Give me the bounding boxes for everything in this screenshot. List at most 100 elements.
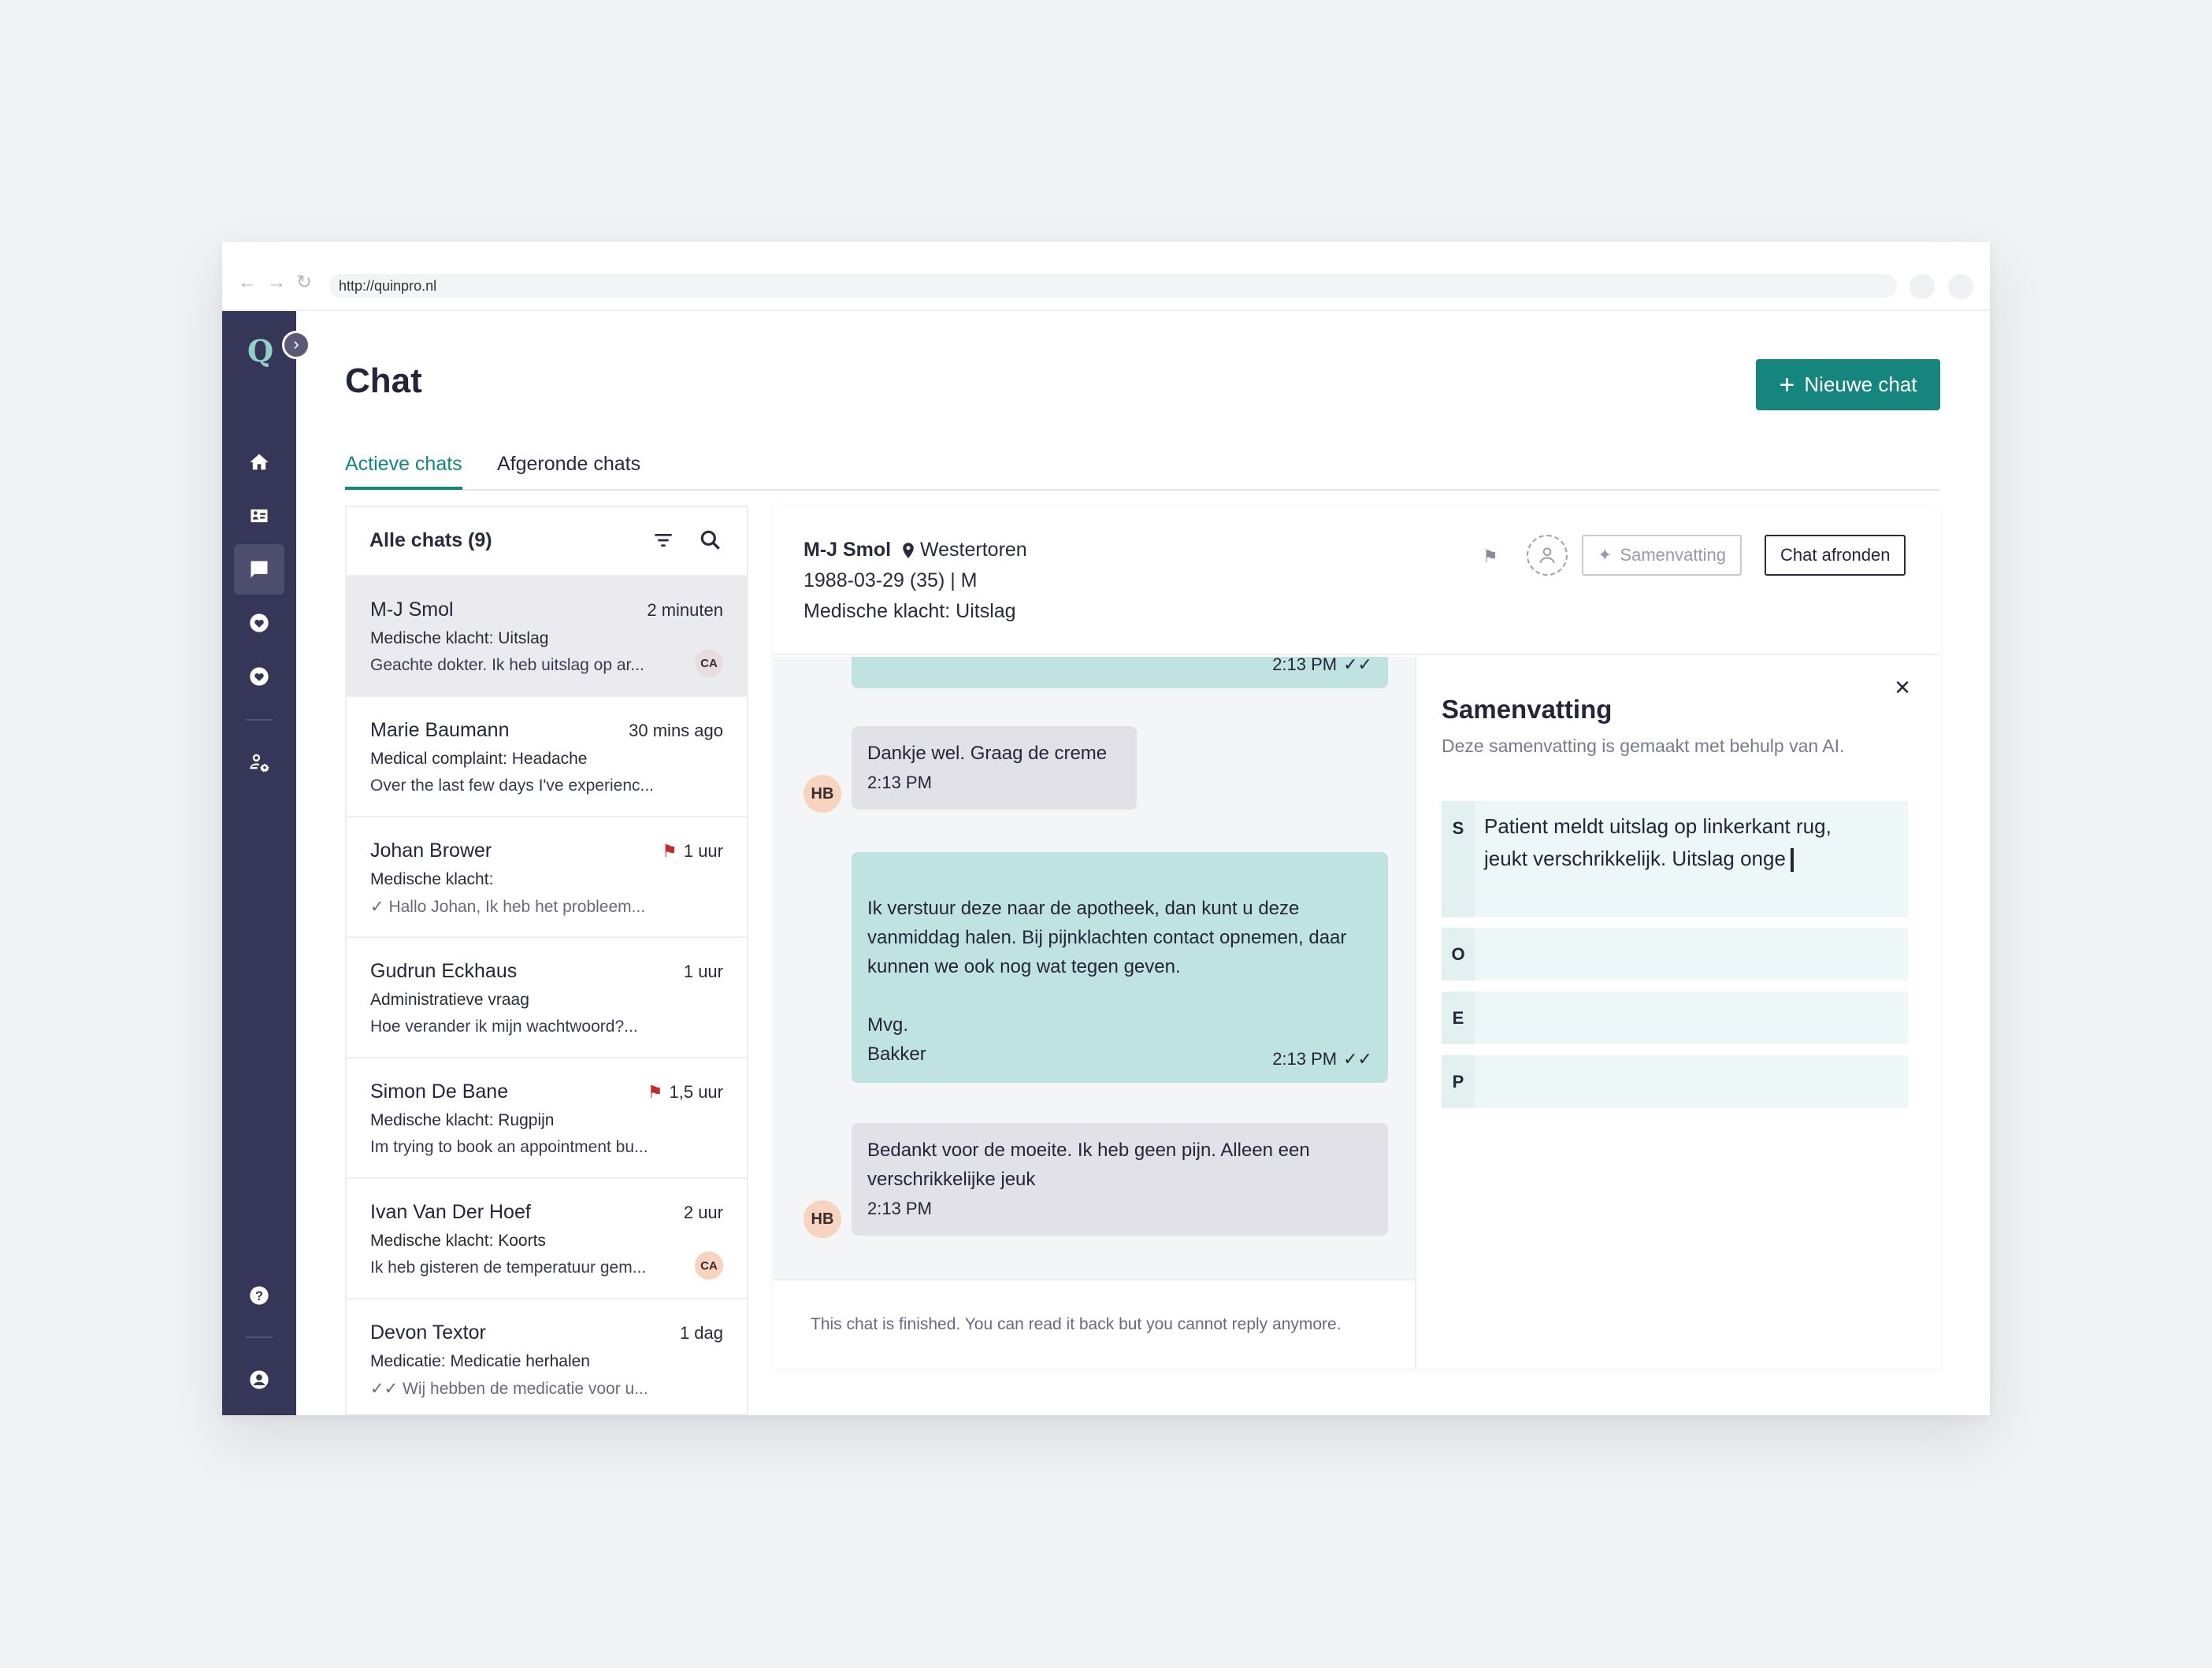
reload-icon[interactable]: ↻ [296,273,312,292]
message-thread: 2:13 PM ✓✓ Dankje wel. Graag de creme 2:1… [774,657,1415,1279]
sidebar-item-home[interactable] [234,437,284,487]
page-title: Chat [345,361,422,400]
tab-finished-chats[interactable]: Afgeronde chats [497,453,640,487]
message-time: 2:13 PM [867,773,932,792]
list-item[interactable]: Johan Brower ⚑ 1 uur Medische klacht: ✓ H… [347,817,747,938]
list-item[interactable]: Marie Baumann 30 mins ago Medical compla… [347,697,747,817]
list-item[interactable]: Gudrun Eckhaus 1 uur Administratieve vra… [347,938,747,1058]
item-subject: Administratieve vraag [370,991,529,1009]
filter-icon[interactable] [651,528,676,553]
flag-icon[interactable]: ⚑ [1483,547,1498,567]
url-bar[interactable]: http://quinpro.nl [329,274,1897,298]
time-text: 2 uur [683,1203,723,1222]
message-text: Ik verstuur deze naar de apotheek, dan k… [867,898,1347,1065]
sidebar-item-chat[interactable] [234,544,284,595]
patient-dob: 1988-03-29 (35) | M [804,569,978,591]
window-control[interactable] [1948,274,1973,299]
back-icon[interactable]: ← [238,273,257,292]
new-chat-label: Nieuwe chat [1804,373,1917,396]
svg-text:?: ? [255,1289,263,1303]
summary-button-label: Samenvatting [1620,545,1726,565]
chat-list-header: Alle chats (9) [347,507,747,576]
time-text: 2:13 PM [1272,657,1338,674]
item-preview: Im trying to book an appointment bu... [370,1138,648,1156]
browser-window: ← → ↻ http://quinpro.nl Q › ? Chat + Nie… [222,242,1990,1415]
sidebar: Q › ? [222,311,310,1415]
time-text: 1 uur [683,962,723,981]
close-icon[interactable]: × [1895,673,1910,703]
sidebar-item-user-settings[interactable] [234,736,284,787]
soap-text[interactable]: Patient meldt uitslag op linkerkant rug,… [1484,810,1854,875]
soap-section-e[interactable]: E [1442,992,1908,1044]
avatar: HB [804,775,841,813]
time-text: 1 uur [683,841,723,861]
flag-icon: ⚑ [647,1082,663,1102]
item-subject: Medicatie: Medicatie herhalen [370,1352,590,1370]
soap-letter: P [1442,1055,1475,1108]
sidebar-toggle[interactable]: › [282,331,310,359]
chat-finished-notice: This chat is finished. You can read it b… [774,1279,1415,1368]
item-preview: Geachte dokter. Ik heb uitslag op ar... [370,656,644,674]
time-text: 1 dag [679,1323,723,1343]
time-text: 2:13 PM [1272,1049,1338,1069]
app-logo[interactable]: Q [247,333,273,369]
item-time: ⚑ 1,5 uur [648,1082,723,1103]
soap-section-p[interactable]: P [1442,1055,1908,1108]
text-cursor [1790,848,1794,873]
contact-name: Devon Textor [370,1321,486,1344]
patient-location: Westertoren [901,539,1027,562]
item-subject: Medische klacht: Rugpijn [370,1111,555,1129]
search-icon[interactable] [698,528,723,553]
item-preview: Ik heb gisteren de temperatuur gem... [370,1258,647,1277]
conversation-panel: M-J Smol Westertoren 1988-03-29 (35) | M… [774,506,1940,1368]
check-icon: ✓ [370,898,384,916]
sparkle-icon: ✦ [1598,545,1613,565]
item-time: 1 uur [684,962,723,982]
item-subject: Medische klacht: Uitslag [370,629,549,647]
list-item[interactable]: Devon Textor 1 dag Medicatie: Medicatie … [347,1299,747,1414]
sidebar-item-account[interactable] [234,1355,284,1405]
sidebar-item-favorites[interactable] [234,598,284,648]
double-check-icon: ✓✓ [370,1380,399,1398]
message-time: 2:13 PM ✓✓ [1272,657,1372,679]
time-text: 1,5 uur [669,1082,724,1102]
sidebar-item-contacts[interactable] [234,491,284,541]
sidebar-divider [246,719,273,721]
patient-header: M-J Smol Westertoren 1988-03-29 (35) | M… [774,506,1940,655]
summary-button[interactable]: ✦ Samenvatting [1582,535,1742,576]
sidebar-item-care[interactable] [234,651,284,702]
message-patient: Dankje wel. Graag de creme 2:13 PM [852,726,1137,810]
item-subject: Medische klacht: [370,870,494,888]
message-patient: Bedankt voor de moeite. Ik heb geen pijn… [852,1123,1388,1236]
finish-chat-label: Chat afronden [1780,545,1891,565]
sidebar-item-help[interactable]: ? [234,1270,284,1321]
item-time: ⚑ 1 uur [662,841,723,862]
list-item[interactable]: Simon De Bane ⚑ 1,5 uur Medische klacht: … [347,1058,747,1179]
account-icon [250,1370,269,1389]
soap-section-o[interactable]: O [1442,928,1908,980]
chat-list: Alle chats (9) M-J Smol 2 minuten Medisc… [345,506,748,1415]
double-check-icon: ✓✓ [1343,1049,1372,1069]
list-item[interactable]: M-J Smol 2 minuten Medische klacht: Uits… [347,576,747,697]
assignee-badge: CA [695,649,723,677]
user-settings-icon [250,754,269,773]
soap-section-s[interactable]: S Patient meldt uitslag op linkerkant ru… [1442,801,1908,917]
item-preview-row: ✓✓ Wij hebben de medicatie voor u... [370,1379,677,1399]
list-item[interactable]: Ivan Van Der Hoef 2 uur Medische klacht:… [347,1179,747,1299]
item-subject: Medische klacht: Koorts [370,1232,546,1250]
item-preview: Over the last few days I've experienc... [370,777,655,795]
double-check-icon: ✓✓ [1343,657,1372,674]
finish-chat-button[interactable]: Chat afronden [1765,535,1906,576]
tab-active-chats[interactable]: Actieve chats [345,453,462,490]
assign-user-button[interactable] [1527,535,1568,576]
patient-name: M-J Smol [804,539,892,561]
location-text: Westertoren [920,539,1027,561]
forward-icon[interactable]: → [267,273,286,292]
window-control[interactable] [1910,274,1935,299]
item-subject: Medical complaint: Headache [370,750,588,768]
time-text: 30 mins ago [629,721,723,740]
help-icon: ? [250,1286,269,1305]
new-chat-button[interactable]: + Nieuwe chat [1756,359,1940,410]
contact-card-icon [251,509,268,523]
flag-icon: ⚑ [662,841,677,861]
